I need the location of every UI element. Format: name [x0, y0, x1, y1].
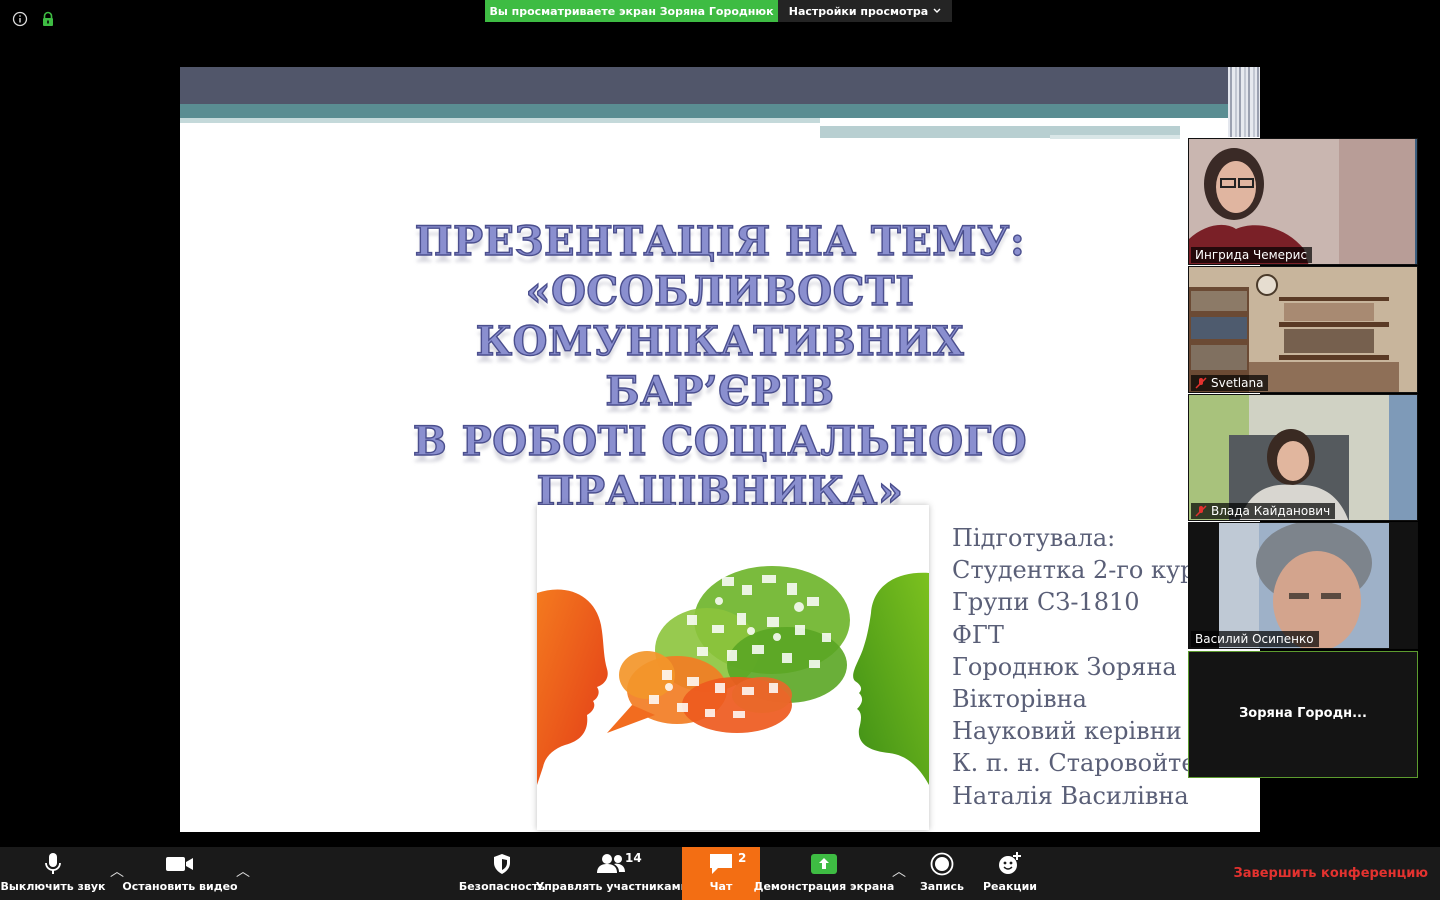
chat-unread-count: 2 — [738, 851, 747, 865]
participants-icon — [597, 853, 625, 873]
video-camera-icon — [166, 856, 193, 871]
slide-title-line: «ОСОБЛИВОСТІ — [525, 267, 915, 315]
record-button[interactable]: Запись — [916, 847, 968, 900]
stop-video-button[interactable]: Остановить видео — [122, 847, 238, 900]
audio-options-caret-icon[interactable]: ︿ — [110, 861, 124, 881]
slide-decoration — [180, 118, 820, 123]
heads-speech-bubble-illustration — [537, 566, 929, 785]
security-button[interactable]: Безопасность — [458, 847, 546, 900]
stop-video-label: Остановить видео — [122, 880, 238, 893]
view-settings-button[interactable]: Настройки просмотра — [778, 0, 952, 22]
security-label: Безопасность — [458, 880, 546, 893]
chat-label: Чат — [709, 880, 733, 893]
share-options-caret-icon[interactable]: ︿ — [892, 861, 906, 881]
participant-video-panel: Ингрида Чемерис Svetlana Влада Кайданови… — [1188, 138, 1418, 780]
mute-button[interactable]: Выключить звук — [0, 847, 106, 900]
reactions-button[interactable]: Реакции — [980, 847, 1040, 900]
participant-name: Влада Кайданович — [1211, 504, 1331, 518]
participant-name: Ингрида Чемерис — [1195, 248, 1308, 262]
video-tile[interactable]: Василий Осипенко — [1188, 522, 1418, 649]
slide-title-line: В РОБОТІ СОЦІАЛЬНОГО — [412, 417, 1028, 465]
video-tile[interactable]: Svetlana — [1188, 266, 1418, 393]
share-screen-icon — [811, 853, 837, 874]
video-tile[interactable]: Ингрида Чемерис — [1188, 138, 1418, 265]
microphone-icon — [45, 852, 61, 874]
slide-decoration — [1228, 67, 1260, 137]
slide-decoration — [1050, 135, 1180, 139]
participant-name-tag: Ингрида Чемерис — [1191, 247, 1313, 263]
share-screen-label: Демонстрация экрана — [753, 880, 895, 893]
participants-count: 14 — [625, 851, 642, 865]
mic-muted-icon — [1195, 505, 1207, 517]
mic-muted-icon — [1195, 377, 1207, 389]
video-tile[interactable]: Влада Кайданович — [1188, 394, 1418, 521]
video-options-caret-icon[interactable]: ︿ — [236, 861, 250, 881]
slide-title-line: КОМУНІКАТИВНИХ БАР’ЄРІВ — [475, 317, 965, 415]
chevron-down-icon — [933, 8, 941, 13]
share-screen-button[interactable]: Демонстрация экрана — [754, 847, 894, 900]
communication-illustration — [537, 505, 929, 830]
info-icon[interactable] — [12, 11, 28, 27]
shared-slide: ПРЕЗЕНТАЦІЯ НА ТЕМУ: «ОСОБЛИВОСТІ КОМУНІ… — [180, 67, 1260, 832]
mute-label: Выключить звук — [0, 880, 106, 893]
participants-button[interactable]: 14 Управлять участниками — [536, 847, 689, 900]
participant-name: Зоряна Городн... — [1239, 706, 1367, 721]
chat-button[interactable]: 2 Чат — [682, 847, 760, 900]
share-banner: Вы просматриваете экран Зоряна Городнюк … — [485, 0, 952, 22]
participants-label: Управлять участниками — [535, 880, 689, 893]
view-settings-label: Настройки просмотра — [788, 4, 929, 18]
author-info-line: Наталія Василівна — [952, 781, 1189, 810]
meeting-toolbar: Выключить звук ︿ Остановить видео ︿ Безо… — [0, 847, 1440, 900]
participant-name-tag: Svetlana — [1191, 375, 1269, 391]
slide-decoration — [820, 118, 1190, 126]
participant-name: Svetlana — [1211, 376, 1264, 390]
participant-name-tag: Василий Осипенко — [1191, 631, 1319, 647]
lock-icon[interactable] — [40, 11, 56, 27]
slide-title-line: ПРЕЗЕНТАЦІЯ НА ТЕМУ: — [414, 217, 1026, 265]
end-meeting-button[interactable]: Завершить конференцию — [1234, 866, 1429, 881]
slide-decoration — [180, 104, 1260, 118]
slide-title: ПРЕЗЕНТАЦІЯ НА ТЕМУ: «ОСОБЛИВОСТІ КОМУНІ… — [360, 217, 1080, 517]
reactions-label: Реакции — [983, 880, 1037, 893]
active-speaker-tile[interactable]: Зоряна Городн... — [1188, 651, 1418, 778]
reactions-icon — [999, 851, 1021, 874]
shield-icon — [494, 853, 510, 874]
participant-name: Василий Осипенко — [1195, 632, 1314, 646]
slide-decoration — [180, 67, 1230, 104]
zoom-meeting-window: Вы просматриваете экран Зоряна Городнюк … — [0, 0, 1440, 900]
record-icon — [930, 852, 954, 875]
participant-name-tag: Влада Кайданович — [1191, 503, 1336, 519]
share-status: Вы просматриваете экран Зоряна Городнюк — [485, 0, 778, 22]
chat-bubble-icon — [710, 853, 732, 874]
record-label: Запись — [919, 880, 965, 893]
